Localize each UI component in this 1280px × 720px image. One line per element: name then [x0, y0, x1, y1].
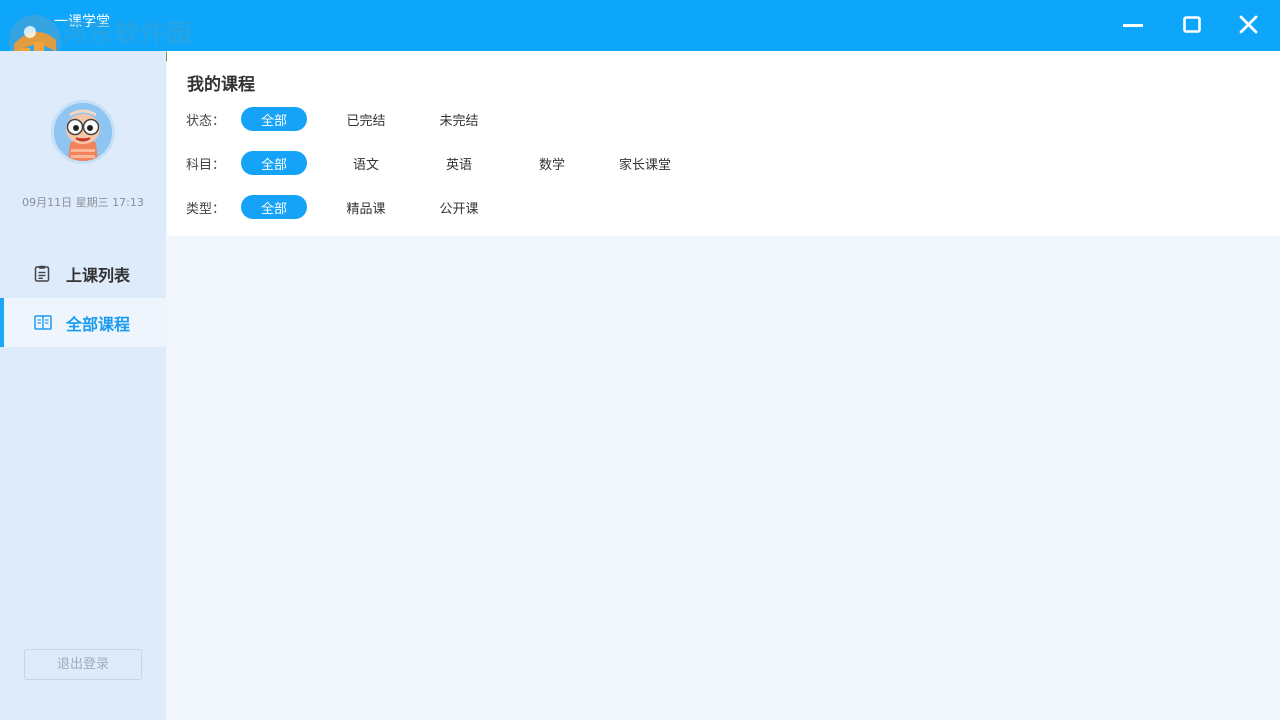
maximize-icon	[1183, 16, 1201, 33]
filter-chip-subject-all[interactable]: 全部	[241, 151, 307, 175]
filter-chip-subject-parent-class[interactable]: 家长课堂	[610, 151, 680, 175]
window-title: 一课学堂	[54, 14, 110, 30]
logout-button[interactable]: 退出登录	[24, 649, 142, 680]
sidebar: 09月11日 星期三 17:13 上课列表 全部课程 退出登录	[0, 51, 166, 720]
filter-chip-type-premium[interactable]: 精品课	[340, 195, 392, 219]
minimize-icon	[1123, 24, 1143, 27]
filter-chip-status-all[interactable]: 全部	[241, 107, 307, 131]
clipboard-list-icon	[34, 265, 52, 283]
minimize-button[interactable]	[1118, 10, 1148, 40]
filter-chip-status-ongoing[interactable]: 未完结	[433, 107, 485, 131]
filter-label: 科目：	[186, 157, 226, 173]
current-datetime: 09月11日 星期三 17:13	[22, 196, 144, 209]
filter-row-subject: 科目： 全部 语文 英语 数学 家长课堂	[186, 151, 680, 175]
filter-row-status: 状态： 全部 已完结 未完结	[186, 107, 485, 131]
filter-chip-subject-chinese[interactable]: 语文	[340, 151, 392, 175]
avatar-mascot-icon	[54, 103, 112, 161]
filter-label: 类型：	[186, 201, 226, 217]
sidebar-item-all-courses[interactable]: 全部课程	[0, 298, 166, 347]
filter-label: 状态：	[186, 113, 226, 129]
close-icon	[1239, 15, 1258, 34]
course-list-area	[167, 236, 1280, 720]
sidebar-item-label: 上课列表	[66, 265, 131, 285]
title-bar[interactable]: 一课学堂	[0, 0, 1280, 51]
close-button[interactable]	[1233, 10, 1263, 40]
filter-chip-type-open[interactable]: 公开课	[433, 195, 485, 219]
filter-row-type: 类型： 全部 精品课 公开课	[186, 195, 485, 219]
filter-chip-subject-english[interactable]: 英语	[433, 151, 485, 175]
course-filter-panel: 我的课程 状态： 全部 已完结 未完结 科目： 全部 语文 英语 数学 家长课堂…	[167, 51, 1280, 236]
filter-chip-subject-math[interactable]: 数学	[526, 151, 578, 175]
maximize-button[interactable]	[1177, 10, 1207, 40]
sidebar-item-label: 全部课程	[66, 314, 131, 334]
filter-chip-status-completed[interactable]: 已完结	[340, 107, 392, 131]
avatar[interactable]	[51, 100, 115, 164]
sidebar-item-class-list[interactable]: 上课列表	[0, 249, 166, 298]
book-open-icon	[34, 314, 52, 332]
filter-chip-type-all[interactable]: 全部	[241, 195, 307, 219]
page-title: 我的课程	[187, 75, 255, 95]
